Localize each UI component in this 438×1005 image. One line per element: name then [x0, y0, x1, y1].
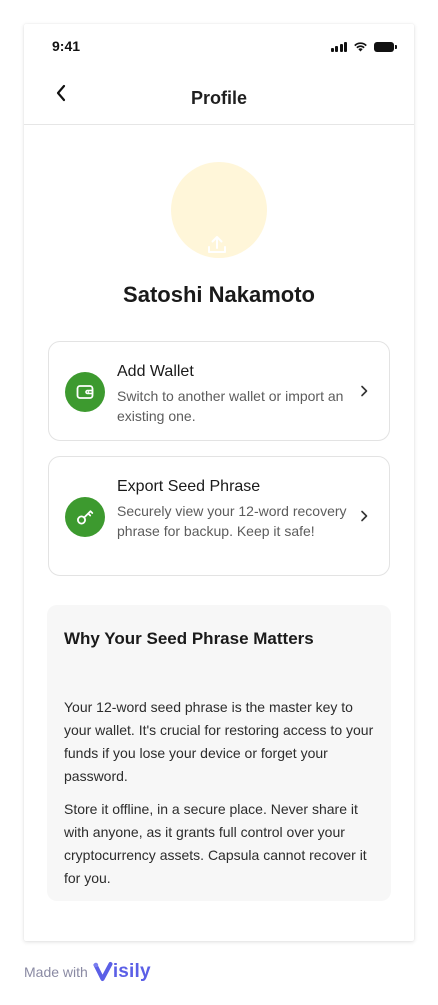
info-body: Your 12-word seed phrase is the master k…: [64, 696, 380, 890]
info-paragraph: Your 12-word seed phrase is the master k…: [64, 699, 374, 784]
upload-icon: [208, 236, 226, 253]
status-time: 9:41: [52, 38, 81, 54]
export-seed-phrase-description: Securely view your 12-word recovery phra…: [117, 503, 347, 539]
seed-phrase-info-panel: Why Your Seed Phrase Matters Your 12-wor…: [47, 605, 391, 901]
signal-icon: [330, 41, 347, 52]
visily-logo-mark: [93, 962, 113, 981]
key-icon: [65, 497, 105, 537]
add-wallet-description: Switch to another wallet or import an ex…: [117, 388, 344, 424]
header: Profile: [24, 68, 414, 125]
phone-frame: 9:41 Profile Satoshi Nakamoto Add Wallet…: [24, 24, 414, 941]
info-paragraph: Store it offline, in a secure place. Nev…: [64, 801, 367, 886]
visily-logo-text: isily: [112, 961, 151, 982]
wifi-icon: [354, 42, 367, 52]
avatar-upload[interactable]: [171, 162, 267, 258]
status-icons: [330, 40, 397, 52]
info-title: Why Your Seed Phrase Matters: [64, 629, 314, 648]
export-seed-phrase-card[interactable]: Export Seed Phrase Securely view your 12…: [48, 456, 390, 576]
made-with-badge[interactable]: Made with isily: [24, 961, 151, 983]
add-wallet-card[interactable]: Add Wallet Switch to another wallet or i…: [48, 341, 390, 441]
export-seed-phrase-title: Export Seed Phrase: [117, 478, 261, 495]
add-wallet-text: Add Wallet Switch to another wallet or i…: [117, 362, 357, 426]
chevron-right-icon: [361, 385, 368, 397]
wallet-icon: [65, 372, 105, 412]
add-wallet-title: Add Wallet: [117, 363, 194, 380]
battery-icon: [374, 42, 397, 52]
visily-logo: isily: [93, 961, 151, 983]
user-name: Satoshi Nakamoto: [123, 282, 315, 307]
made-with-label: Made with: [24, 964, 88, 980]
export-seed-phrase-text: Export Seed Phrase Securely view your 12…: [117, 477, 357, 541]
page-title: Profile: [190, 88, 247, 108]
status-bar: 9:41: [24, 24, 414, 68]
chevron-right-icon: [361, 510, 368, 522]
